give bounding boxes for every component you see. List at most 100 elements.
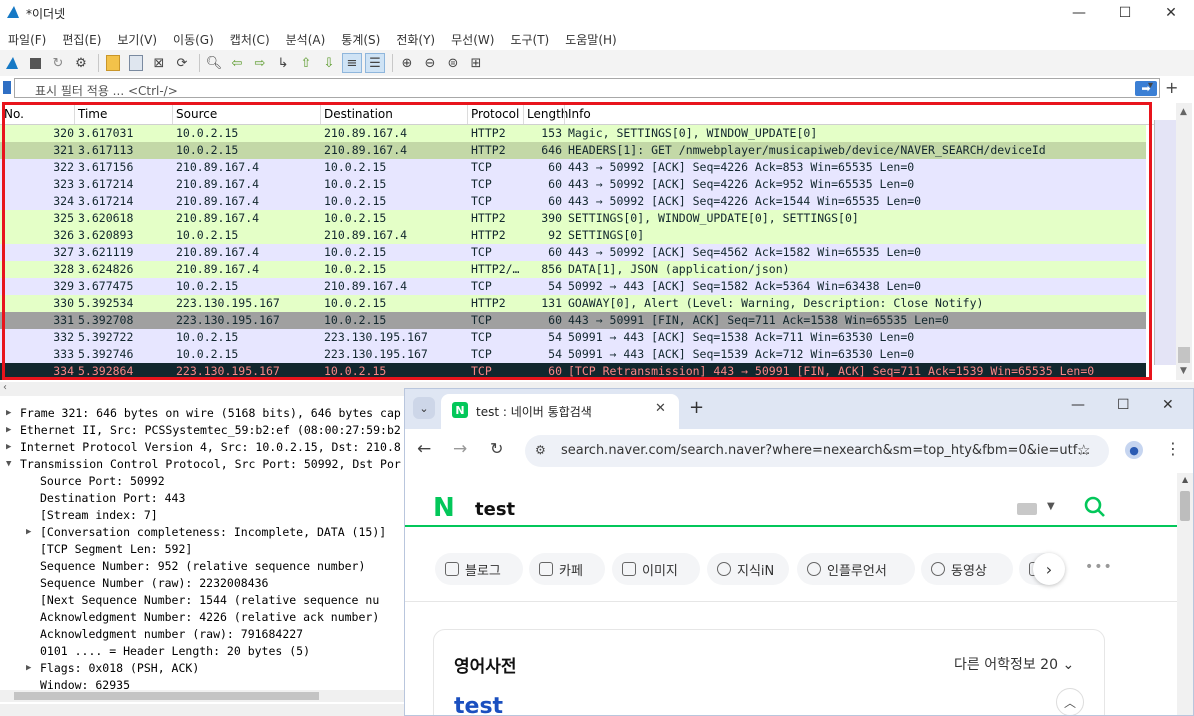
- keyboard-dropdown-icon[interactable]: ▼: [1047, 501, 1055, 512]
- menu-statistics[interactable]: 통계(S): [333, 31, 388, 48]
- zoom-in-icon[interactable]: ⊕: [397, 53, 417, 73]
- go-last-icon[interactable]: ⇩: [319, 53, 339, 73]
- browser-tab[interactable]: N test : 네이버 통합검색 ✕: [441, 394, 679, 429]
- scroll-thumb[interactable]: [14, 692, 319, 700]
- new-tab-icon[interactable]: +: [689, 397, 704, 418]
- scroll-left-icon[interactable]: ‹: [3, 382, 7, 393]
- column-info[interactable]: Info: [568, 107, 591, 121]
- detail-row[interactable]: Frame 321: 646 bytes on wire (5168 bits)…: [20, 406, 401, 420]
- packet-row[interactable]: 331 5.392708 223.130.195.167 10.0.2.15 TCP 60…: [0, 312, 1146, 329]
- column-protocol[interactable]: Protocol: [471, 107, 519, 121]
- category-influencer[interactable]: 인플루언서: [797, 553, 915, 585]
- category-cafe[interactable]: 카페: [529, 553, 605, 585]
- go-first-icon[interactable]: ⇧: [296, 53, 316, 73]
- packet-row[interactable]: 328 3.624826 210.89.167.4 10.0.2.15 HTTP2/… 8…: [0, 261, 1146, 278]
- close-file-icon[interactable]: ⊠: [149, 53, 169, 73]
- go-forward-icon[interactable]: ⇨: [250, 53, 270, 73]
- zoom-out-icon[interactable]: ⊖: [420, 53, 440, 73]
- restart-capture-icon[interactable]: ↻: [48, 53, 68, 73]
- packet-row[interactable]: 329 3.677475 10.0.2.15 210.89.167.4 TCP 54 509…: [0, 278, 1146, 295]
- expand-arrow-icon[interactable]: ▼: [6, 459, 11, 469]
- search-query[interactable]: test: [475, 499, 515, 520]
- bookmark-icon[interactable]: [3, 81, 11, 94]
- packet-row[interactable]: 326 3.620893 10.0.2.15 210.89.167.4 HTTP2 92 S…: [0, 227, 1146, 244]
- detail-row[interactable]: Destination Port: 443: [40, 491, 185, 505]
- close-button[interactable]: ✕: [1148, 0, 1194, 26]
- chrome-maximize-button[interactable]: ☐: [1117, 397, 1130, 413]
- autoscroll-icon[interactable]: ≡: [342, 53, 362, 73]
- apply-filter-icon[interactable]: ➡: [1135, 81, 1157, 96]
- menu-tools[interactable]: 도구(T): [502, 31, 557, 48]
- scroll-up-icon[interactable]: ▲: [1182, 475, 1188, 484]
- menu-view[interactable]: 보기(V): [109, 31, 165, 48]
- filter-dropdown-icon[interactable]: ▾: [1148, 80, 1153, 91]
- packet-row[interactable]: 323 3.617214 210.89.167.4 10.0.2.15 TCP 60 443…: [0, 176, 1146, 193]
- expand-arrow-icon[interactable]: ▶: [26, 663, 31, 673]
- detail-row[interactable]: [Stream index: 7]: [40, 508, 158, 522]
- search-icon[interactable]: [1083, 495, 1107, 519]
- detail-row[interactable]: Internet Protocol Version 4, Src: 10.0.2…: [20, 440, 401, 454]
- site-info-icon[interactable]: ⚙: [535, 443, 546, 457]
- menu-help[interactable]: 도움말(H): [557, 31, 625, 48]
- resize-columns-icon[interactable]: ⊞: [466, 53, 486, 73]
- category-blog[interactable]: 블로그: [435, 553, 523, 585]
- packet-row[interactable]: 321 3.617113 10.0.2.15 210.89.167.4 HTTP2 646…: [0, 142, 1146, 159]
- packet-row[interactable]: 332 5.392722 10.0.2.15 223.130.195.167 TCP 54…: [0, 329, 1146, 346]
- menu-go[interactable]: 이동(G): [165, 31, 222, 48]
- colorize-icon[interactable]: ☰: [365, 53, 385, 73]
- chrome-minimize-button[interactable]: —: [1071, 397, 1085, 413]
- category-kin[interactable]: 지식iN: [707, 553, 789, 585]
- tab-close-icon[interactable]: ✕: [655, 401, 666, 416]
- naver-logo[interactable]: N: [433, 493, 455, 523]
- go-back-icon[interactable]: ⇦: [227, 53, 247, 73]
- packet-minimap[interactable]: [1154, 120, 1177, 365]
- more-menu-icon[interactable]: ⋮: [1165, 439, 1181, 458]
- menu-file[interactable]: 파일(F): [0, 31, 54, 48]
- details-hscroll[interactable]: [0, 690, 404, 702]
- category-image[interactable]: 이미지: [612, 553, 700, 585]
- packet-list-scrollbar[interactable]: ▲ ▼: [1176, 103, 1192, 380]
- detail-row[interactable]: [TCP Segment Len: 592]: [40, 542, 192, 556]
- reload-icon[interactable]: ↻: [490, 439, 503, 458]
- scroll-thumb[interactable]: [1178, 347, 1190, 363]
- chrome-close-button[interactable]: ✕: [1162, 397, 1174, 413]
- expand-arrow-icon[interactable]: ▶: [6, 442, 11, 452]
- column-destination[interactable]: Destination: [324, 107, 393, 121]
- packet-row[interactable]: 325 3.620618 210.89.167.4 10.0.2.15 HTTP2 390…: [0, 210, 1146, 227]
- detail-row[interactable]: Flags: 0x018 (PSH, ACK): [40, 661, 199, 675]
- scroll-thumb[interactable]: [1180, 491, 1190, 521]
- packet-row[interactable]: 322 3.617156 210.89.167.4 10.0.2.15 TCP 60 443…: [0, 159, 1146, 176]
- minimize-button[interactable]: —: [1056, 0, 1102, 26]
- find-packet-icon[interactable]: 🔍︎: [204, 53, 224, 73]
- column-length[interactable]: Length: [527, 107, 568, 121]
- address-bar[interactable]: ⚙ search.naver.com/search.naver?where=ne…: [525, 435, 1109, 467]
- save-file-icon[interactable]: [126, 53, 146, 73]
- column-time[interactable]: Time: [78, 107, 107, 121]
- detail-row[interactable]: Ethernet II, Src: PCSSystemtec_59:b2:ef …: [20, 423, 401, 437]
- start-capture-icon[interactable]: [2, 53, 22, 73]
- display-filter-input[interactable]: 표시 필터 적용 ... <Ctrl-/> ➡: [14, 78, 1160, 98]
- category-next-icon[interactable]: ›: [1033, 553, 1065, 585]
- detail-row[interactable]: [Next Sequence Number: 1544 (relative se…: [40, 593, 379, 607]
- profile-avatar-icon[interactable]: ●: [1125, 441, 1143, 459]
- menu-capture[interactable]: 캡처(C): [222, 31, 278, 48]
- reload-file-icon[interactable]: ⟳: [172, 53, 192, 73]
- tab-search-icon[interactable]: ⌄: [413, 397, 435, 419]
- detail-row[interactable]: [Conversation completeness: Incomplete, …: [40, 525, 386, 539]
- packet-row[interactable]: 334 5.392864 223.130.195.167 10.0.2.15 TCP 60…: [0, 363, 1146, 380]
- expand-arrow-icon[interactable]: ▶: [6, 408, 11, 418]
- column-source[interactable]: Source: [176, 107, 217, 121]
- detail-row[interactable]: Window: 62935: [40, 678, 130, 690]
- maximize-button[interactable]: ☐: [1102, 0, 1148, 26]
- expand-arrow-icon[interactable]: ▶: [6, 425, 11, 435]
- scroll-down-icon[interactable]: ▼: [1180, 366, 1187, 376]
- scroll-up-icon[interactable]: ▲: [1180, 107, 1187, 117]
- detail-row[interactable]: Sequence Number: 952 (relative sequence …: [40, 559, 365, 573]
- collapse-icon[interactable]: ︿: [1056, 688, 1084, 715]
- detail-row[interactable]: 0101 .... = Header Length: 20 bytes (5): [40, 644, 310, 658]
- zoom-normal-icon[interactable]: ⊜: [443, 53, 463, 73]
- detail-row[interactable]: Sequence Number (raw): 2232008436: [40, 576, 268, 590]
- section-more-link[interactable]: 다른 어학정보 20 ⌄: [954, 654, 1074, 674]
- category-video[interactable]: 동영상: [921, 553, 1013, 585]
- detail-row[interactable]: Acknowledgment number (raw): 791684227: [40, 627, 303, 641]
